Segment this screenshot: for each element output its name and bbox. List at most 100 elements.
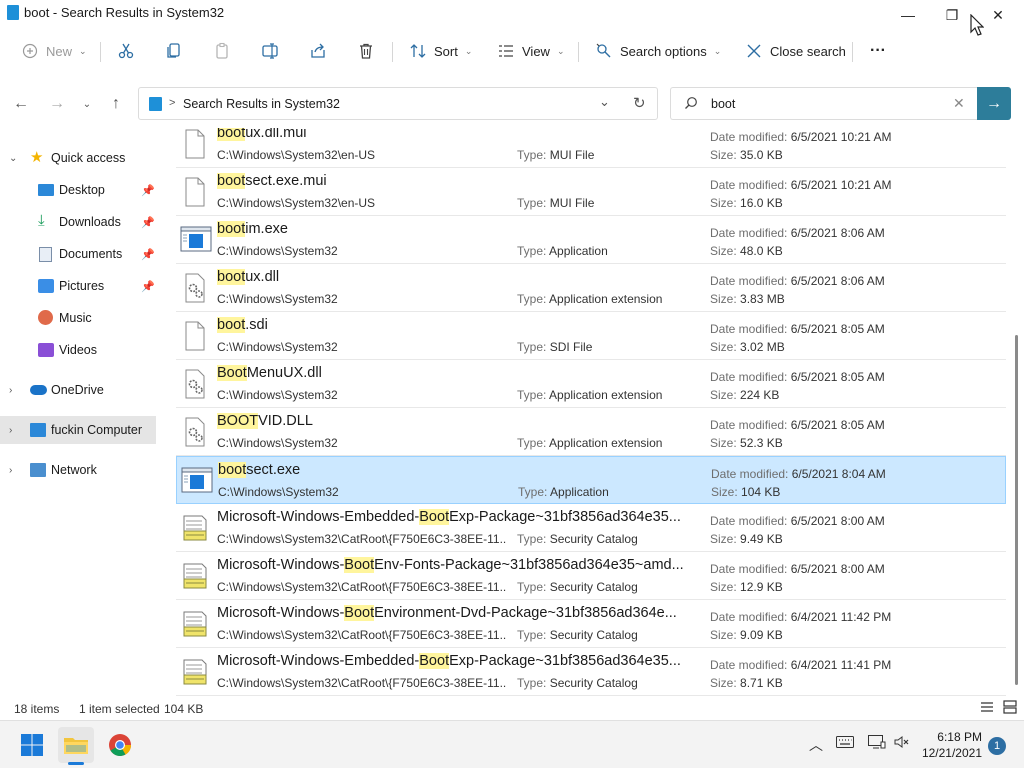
chevron-right-icon[interactable]: › <box>9 465 12 476</box>
rename-button[interactable] <box>260 32 286 70</box>
file-row[interactable]: bootsect.exe.mui C:\Windows\System32\en-U… <box>176 168 1006 216</box>
file-path: C:\Windows\System32\CatRoot\{F750E6C3-38… <box>217 580 507 594</box>
details-view-icon[interactable] <box>980 700 994 717</box>
file-name: bootim.exe <box>217 221 288 237</box>
sidebar-item-downloads[interactable]: ⤓ Downloads 📌 <box>0 208 156 236</box>
search-options-button[interactable]: Search options ⌄ <box>594 32 721 70</box>
divider <box>852 42 853 62</box>
sidebar-item-network[interactable]: › Network <box>0 456 156 484</box>
file-date: Date modified: 6/5/2021 8:05 AM <box>710 418 885 432</box>
forward-button[interactable]: → <box>43 88 71 120</box>
sidebar-item-desktop[interactable]: Desktop 📌 <box>0 176 156 204</box>
sidebar-item-music[interactable]: Music <box>0 304 156 332</box>
file-row[interactable]: Microsoft-Windows-Embedded-BootExp-Packa… <box>176 648 1006 696</box>
file-size: Size: 104 KB <box>711 485 780 499</box>
size-label: Size: <box>710 676 737 690</box>
sidebar-item-this-pc[interactable]: › fuckin Computer <box>0 416 156 444</box>
up-button[interactable]: ↑ <box>102 88 130 120</box>
maximize-button[interactable]: ❐ <box>930 2 974 28</box>
type-label: Type: <box>517 244 547 258</box>
blank-file-icon <box>180 129 210 159</box>
blank-file-icon <box>180 321 210 351</box>
file-row[interactable]: bootux.dll.mui C:\Windows\System32\en-US T… <box>176 128 1006 168</box>
sidebar-item-onedrive[interactable]: › OneDrive <box>0 376 156 404</box>
more-options-button[interactable]: ··· <box>870 32 886 70</box>
file-date: Date modified: 6/4/2021 11:42 PM <box>710 610 891 624</box>
desktop-icon <box>38 184 54 196</box>
delete-button[interactable] <box>356 32 382 70</box>
sidebar-item-quick-access[interactable]: ⌄ ★ Quick access <box>0 144 156 172</box>
notification-badge[interactable]: 1 <box>988 737 1006 755</box>
copy-button[interactable] <box>164 32 190 70</box>
search-box[interactable]: boot ✕ <box>670 87 977 120</box>
minimize-button[interactable]: — <box>886 2 930 28</box>
tiles-view-icon[interactable] <box>1003 700 1017 717</box>
sidebar-item-videos[interactable]: Videos <box>0 336 156 364</box>
chevron-up-icon[interactable]: ︿ <box>809 735 823 755</box>
scrollbar-thumb[interactable] <box>1015 335 1018 685</box>
start-button[interactable] <box>14 727 50 763</box>
share-button[interactable] <box>308 32 334 70</box>
file-row[interactable]: Microsoft-Windows-BootEnvironment-Dvd-Pa… <box>176 600 1006 648</box>
file-size: Size: 16.0 KB <box>710 196 783 210</box>
file-row[interactable]: BOOTVID.DLL C:\Windows\System32 Type: Appl… <box>176 408 1006 456</box>
ellipsis-icon: ··· <box>870 42 886 59</box>
date-modified-label: Date modified: <box>710 514 788 528</box>
file-name-suffix: Exp-Package~31bf3856ad364e35... <box>449 653 681 669</box>
close-search-icon <box>744 41 764 61</box>
file-type-value: Application extension <box>549 436 663 450</box>
close-icon: ✕ <box>992 6 1004 23</box>
file-date-value: 6/5/2021 8:00 AM <box>790 514 885 528</box>
search-results-icon <box>149 97 162 111</box>
file-row[interactable]: BootMenuUX.dll C:\Windows\System32 Type: A… <box>176 360 1006 408</box>
file-row[interactable]: Microsoft-Windows-BootEnv-Fonts-Package~… <box>176 552 1006 600</box>
volume-muted-icon[interactable] <box>894 735 910 752</box>
music-icon <box>38 310 53 325</box>
system-clock[interactable]: 6:18 PM 12/21/2021 <box>922 729 982 761</box>
sidebar-item-pictures[interactable]: Pictures 📌 <box>0 272 156 300</box>
file-name: Microsoft-Windows-Embedded-BootExp-Packa… <box>217 509 681 525</box>
chevron-right-icon[interactable]: › <box>9 385 12 396</box>
file-date: Date modified: 6/5/2021 8:06 AM <box>710 274 885 288</box>
file-row[interactable]: bootim.exe C:\Windows\System32 Type: Appli… <box>176 216 1006 264</box>
file-row[interactable]: boot.sdi C:\Windows\System32 Type: SDI Fil… <box>176 312 1006 360</box>
search-go-button[interactable]: → <box>977 87 1011 120</box>
sort-icon <box>408 41 428 61</box>
taskbar-file-explorer[interactable] <box>58 727 94 765</box>
keyboard-icon[interactable] <box>836 735 854 751</box>
file-name-prefix: Microsoft-Windows- <box>217 557 345 573</box>
cut-button[interactable] <box>116 32 142 70</box>
file-row[interactable]: bootsect.exe C:\Windows\System32 Type: App… <box>176 456 1006 504</box>
sidebar-item-documents[interactable]: Documents 📌 <box>0 240 156 268</box>
new-button[interactable]: New ⌄ <box>20 32 87 70</box>
search-input[interactable]: boot <box>711 97 735 111</box>
refresh-icon[interactable]: ↻ <box>633 94 646 112</box>
chevron-right-icon[interactable]: › <box>9 425 12 436</box>
sort-button[interactable]: Sort ⌄ <box>408 32 472 70</box>
sidebar-item-label: Downloads <box>59 215 121 229</box>
paste-button[interactable] <box>212 32 238 70</box>
type-label: Type: <box>517 580 547 594</box>
taskbar-chrome[interactable] <box>102 727 138 763</box>
file-path: C:\Windows\System32 <box>217 292 338 306</box>
file-row[interactable]: Microsoft-Windows-Embedded-BootExp-Packa… <box>176 504 1006 552</box>
view-button[interactable]: View ⌄ <box>496 32 565 70</box>
file-path: C:\Windows\System32\CatRoot\{F750E6C3-38… <box>217 532 507 546</box>
chevron-down-icon[interactable]: ⌄ <box>599 94 610 110</box>
file-row[interactable]: bootux.dll C:\Windows\System32 Type: Appli… <box>176 264 1006 312</box>
file-size-value: 35.0 KB <box>740 148 783 162</box>
address-bar[interactable]: > Search Results in System32 ⌄ ↻ <box>138 87 658 120</box>
file-date-value: 6/5/2021 8:00 AM <box>790 562 885 576</box>
sidebar-item-label: Music <box>59 311 92 325</box>
breadcrumb-current[interactable]: Search Results in System32 <box>183 97 340 111</box>
file-date-value: 6/5/2021 10:21 AM <box>790 178 892 192</box>
chevron-down-icon[interactable]: ⌄ <box>9 153 17 164</box>
search-match-highlight: boot <box>217 173 246 189</box>
back-button[interactable]: ← <box>7 88 35 120</box>
recent-locations-button[interactable]: ⌄ <box>73 88 101 120</box>
search-match-highlight: boot <box>217 128 246 141</box>
file-type: Type: Application extension <box>517 436 662 450</box>
display-network-icon[interactable] <box>868 735 886 752</box>
close-search-button[interactable]: Close search <box>744 32 846 70</box>
clear-search-icon[interactable]: ✕ <box>953 95 965 112</box>
